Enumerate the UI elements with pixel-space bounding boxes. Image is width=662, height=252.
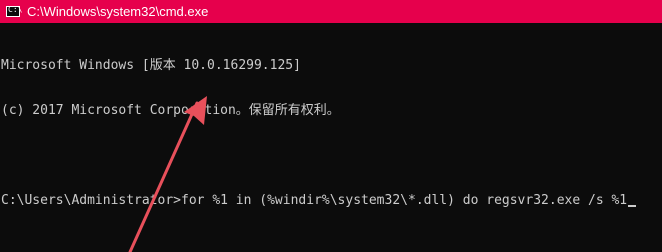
- text-cursor: [628, 205, 637, 207]
- prompt-path: C:\Users\Administrator>: [1, 193, 182, 208]
- title-bar[interactable]: C:\ C:\Windows\system32\cmd.exe: [0, 0, 662, 23]
- window-title: C:\Windows\system32\cmd.exe: [27, 4, 209, 19]
- command-line[interactable]: C:\Users\Administrator> for %1 in (%windi…: [1, 193, 662, 208]
- console-header-line-2: (c) 2017 Microsoft Corporation。保留所有权利。: [1, 103, 340, 118]
- console-header-line-1: Microsoft Windows [版本 10.0.16299.125]: [1, 58, 301, 73]
- cmd-window: C:\ C:\Windows\system32\cmd.exe Microsof…: [0, 0, 662, 252]
- typed-command[interactable]: for %1 in (%windir%\system32\*.dll) do r…: [181, 193, 627, 208]
- console-output[interactable]: Microsoft Windows [版本 10.0.16299.125] (c…: [0, 23, 662, 252]
- cmd-icon-glyph: C:\: [8, 5, 23, 14]
- cmd-console-icon: C:\: [6, 5, 23, 17]
